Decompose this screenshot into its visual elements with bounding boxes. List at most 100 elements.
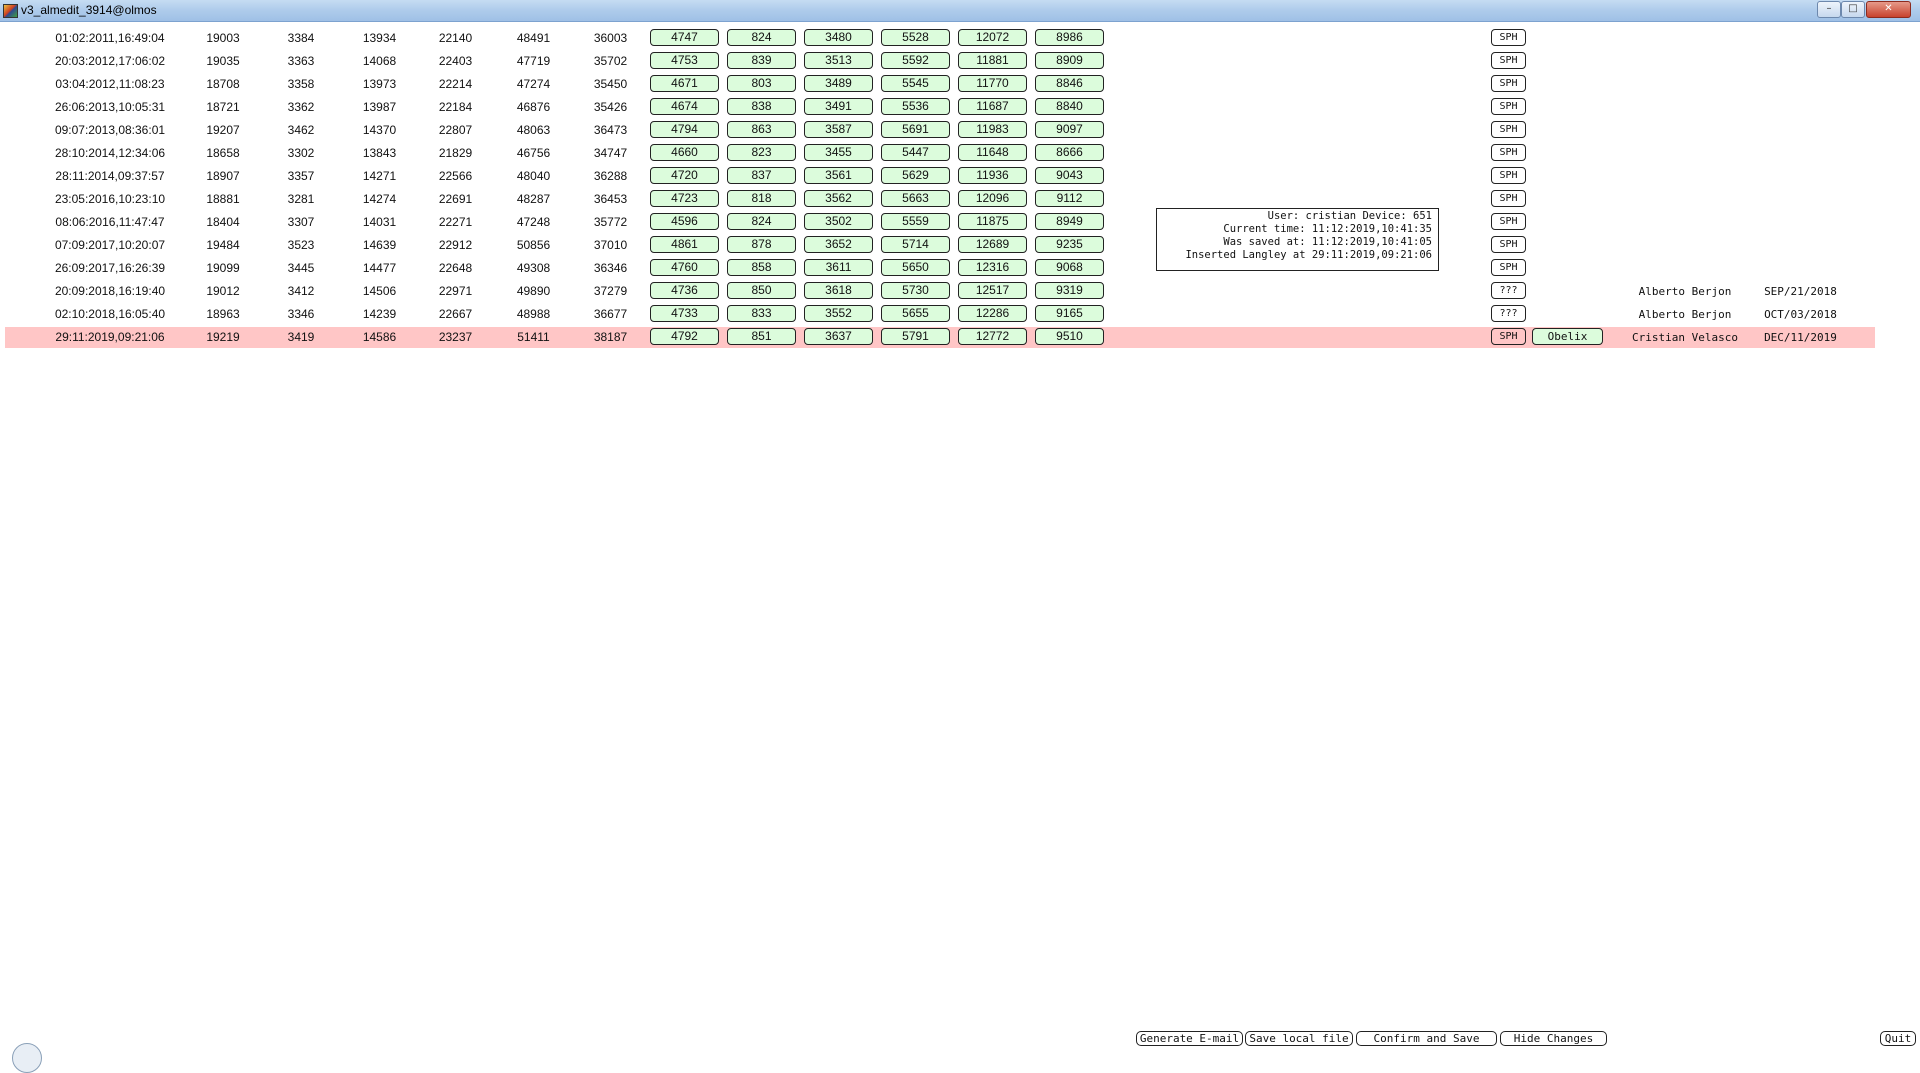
editable-value-field[interactable]: 878 xyxy=(727,236,796,253)
source-tag-button[interactable]: SPH xyxy=(1491,167,1526,184)
source-tag-button[interactable]: SPH xyxy=(1491,98,1526,115)
editable-value-field[interactable]: 4861 xyxy=(650,236,719,253)
editable-value-field[interactable]: 5691 xyxy=(881,121,950,138)
editable-value-field[interactable]: 9112 xyxy=(1035,190,1104,207)
editable-value-field[interactable]: 4720 xyxy=(650,167,719,184)
editable-value-field[interactable]: 4794 xyxy=(650,121,719,138)
editable-value-field[interactable]: 3562 xyxy=(804,190,873,207)
editable-value-field[interactable]: 850 xyxy=(727,282,796,299)
editable-value-field[interactable]: 3611 xyxy=(804,259,873,276)
editable-value-field[interactable]: 5663 xyxy=(881,190,950,207)
editable-value-field[interactable]: 12689 xyxy=(958,236,1027,253)
close-button[interactable]: ✕ xyxy=(1866,1,1911,18)
editable-value-field[interactable]: 8840 xyxy=(1035,98,1104,115)
table-row-selected[interactable]: 29:11:2019,09:21:06 19219 3419 14586 23237 51… xyxy=(0,326,1920,349)
editable-value-field[interactable]: 3552 xyxy=(804,305,873,322)
confirm-and-save-button[interactable]: Confirm and Save xyxy=(1356,1031,1497,1046)
editable-value-field[interactable]: 8909 xyxy=(1035,52,1104,69)
source-tag-button[interactable]: SPH xyxy=(1491,121,1526,138)
generate-email-button[interactable]: Generate E-mail xyxy=(1136,1031,1243,1046)
editable-value-field[interactable]: 11881 xyxy=(958,52,1027,69)
editable-value-field[interactable]: 12316 xyxy=(958,259,1027,276)
editable-value-field[interactable]: 5655 xyxy=(881,305,950,322)
editable-value-field[interactable]: 3652 xyxy=(804,236,873,253)
editable-value-field[interactable]: 9165 xyxy=(1035,305,1104,322)
editable-value-field[interactable]: 3561 xyxy=(804,167,873,184)
editable-value-field[interactable]: 5629 xyxy=(881,167,950,184)
table-row[interactable]: 02:10:2018,16:05:40 18963 3346 14239 22667 48… xyxy=(0,303,1920,326)
source-tag-button[interactable]: SPH xyxy=(1491,190,1526,207)
editable-value-field[interactable]: 5791 xyxy=(881,328,950,345)
editable-value-field[interactable]: 803 xyxy=(727,75,796,92)
editable-value-field[interactable]: 12517 xyxy=(958,282,1027,299)
editable-value-field[interactable]: 4753 xyxy=(650,52,719,69)
editable-value-field[interactable]: 12072 xyxy=(958,29,1027,46)
editable-value-field[interactable]: 3455 xyxy=(804,144,873,161)
editable-value-field[interactable]: 11936 xyxy=(958,167,1027,184)
editable-value-field[interactable]: 11770 xyxy=(958,75,1027,92)
source-tag-button[interactable]: SPH xyxy=(1491,144,1526,161)
editable-value-field[interactable]: 8666 xyxy=(1035,144,1104,161)
source-tag-button[interactable]: ??? xyxy=(1491,282,1526,299)
editable-value-field[interactable]: 9068 xyxy=(1035,259,1104,276)
editable-value-field[interactable]: 5447 xyxy=(881,144,950,161)
start-orb-icon[interactable] xyxy=(12,1043,42,1073)
editable-value-field[interactable]: 5730 xyxy=(881,282,950,299)
table-row[interactable]: 28:10:2014,12:34:06 18658 3302 13843 21829 46… xyxy=(0,142,1920,165)
editable-value-field[interactable]: 4733 xyxy=(650,305,719,322)
table-row[interactable]: 23:05:2016,10:23:10 18881 3281 14274 22691 48… xyxy=(0,188,1920,211)
editable-value-field[interactable]: 3637 xyxy=(804,328,873,345)
editable-value-field[interactable]: 11875 xyxy=(958,213,1027,230)
editable-value-field[interactable]: 5528 xyxy=(881,29,950,46)
editable-value-field[interactable]: 9043 xyxy=(1035,167,1104,184)
editable-value-field[interactable]: 3480 xyxy=(804,29,873,46)
editable-value-field[interactable]: 863 xyxy=(727,121,796,138)
source-tag-button[interactable]: SPH xyxy=(1491,213,1526,230)
editable-value-field[interactable]: 8949 xyxy=(1035,213,1104,230)
editable-value-field[interactable]: 4760 xyxy=(650,259,719,276)
editable-value-field[interactable]: 824 xyxy=(727,213,796,230)
editable-value-field[interactable]: 11983 xyxy=(958,121,1027,138)
editable-value-field[interactable]: 9097 xyxy=(1035,121,1104,138)
editable-value-field[interactable]: 5650 xyxy=(881,259,950,276)
editable-value-field[interactable]: 4660 xyxy=(650,144,719,161)
source-tag-button[interactable]: ??? xyxy=(1491,305,1526,322)
editable-value-field[interactable]: 858 xyxy=(727,259,796,276)
quit-button[interactable]: Quit xyxy=(1880,1031,1916,1046)
editable-value-field[interactable]: 851 xyxy=(727,328,796,345)
source-tag-button[interactable]: SPH xyxy=(1491,236,1526,253)
editable-value-field[interactable]: 4747 xyxy=(650,29,719,46)
editable-value-field[interactable]: 4596 xyxy=(650,213,719,230)
editable-value-field[interactable]: 3618 xyxy=(804,282,873,299)
table-row[interactable]: 07:09:2017,10:20:07 19484 3523 14639 22912 50… xyxy=(0,234,1920,257)
editable-value-field[interactable]: 8986 xyxy=(1035,29,1104,46)
editable-value-field[interactable]: 3513 xyxy=(804,52,873,69)
source-tag-button[interactable]: SPH xyxy=(1491,29,1526,46)
editable-value-field[interactable]: 5714 xyxy=(881,236,950,253)
table-row[interactable]: 28:11:2014,09:37:57 18907 3357 14271 22566 48… xyxy=(0,165,1920,188)
table-row[interactable]: 26:09:2017,16:26:39 19099 3445 14477 22648 49… xyxy=(0,257,1920,280)
table-row[interactable]: 08:06:2016,11:47:47 18404 3307 14031 22271 47… xyxy=(0,211,1920,234)
table-row[interactable]: 20:03:2012,17:06:02 19035 3363 14068 22403 47… xyxy=(0,50,1920,73)
table-row[interactable]: 01:02:2011,16:49:04 19003 3384 13934 22140 48… xyxy=(0,27,1920,50)
obelix-button[interactable]: Obelix xyxy=(1532,328,1603,345)
editable-value-field[interactable]: 4674 xyxy=(650,98,719,115)
source-tag-button[interactable]: SPH xyxy=(1491,52,1526,69)
editable-value-field[interactable]: 9319 xyxy=(1035,282,1104,299)
editable-value-field[interactable]: 5545 xyxy=(881,75,950,92)
editable-value-field[interactable]: 838 xyxy=(727,98,796,115)
editable-value-field[interactable]: 837 xyxy=(727,167,796,184)
editable-value-field[interactable]: 818 xyxy=(727,190,796,207)
editable-value-field[interactable]: 824 xyxy=(727,29,796,46)
editable-value-field[interactable]: 11687 xyxy=(958,98,1027,115)
editable-value-field[interactable]: 12772 xyxy=(958,328,1027,345)
editable-value-field[interactable]: 5592 xyxy=(881,52,950,69)
source-tag-button[interactable]: SPH xyxy=(1491,259,1526,276)
editable-value-field[interactable]: 9235 xyxy=(1035,236,1104,253)
editable-value-field[interactable]: 4792 xyxy=(650,328,719,345)
editable-value-field[interactable]: 839 xyxy=(727,52,796,69)
editable-value-field[interactable]: 12096 xyxy=(958,190,1027,207)
editable-value-field[interactable]: 8846 xyxy=(1035,75,1104,92)
editable-value-field[interactable]: 3502 xyxy=(804,213,873,230)
editable-value-field[interactable]: 4723 xyxy=(650,190,719,207)
